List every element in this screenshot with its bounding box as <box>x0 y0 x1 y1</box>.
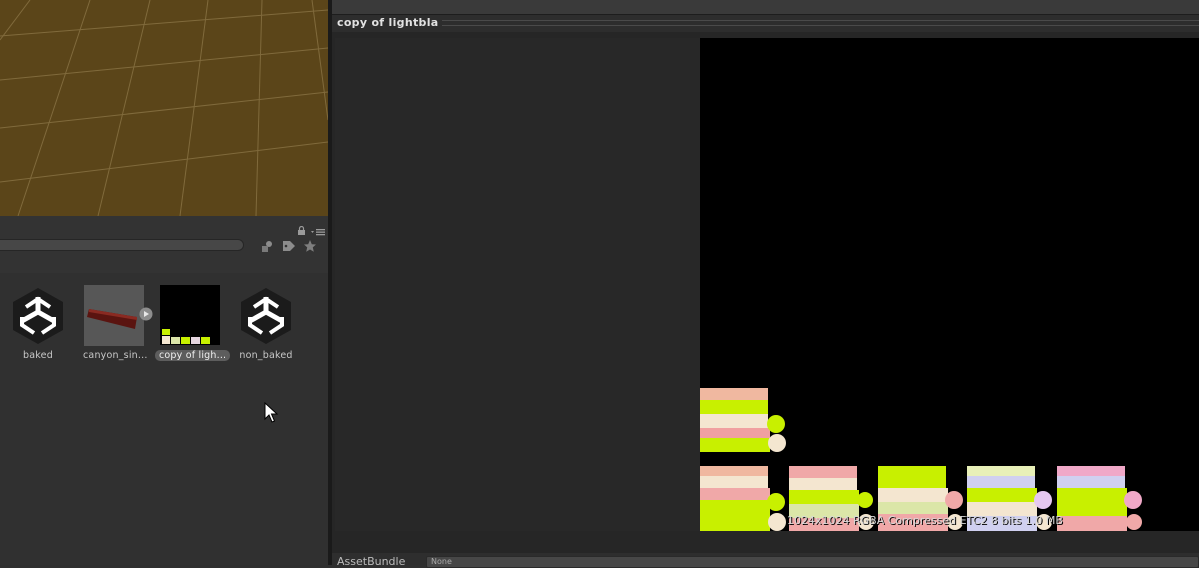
asset-item-canyon[interactable]: canyon_sin... <box>79 285 153 361</box>
texture-info-label: 1024x1024 RGBA Compressed ETC2 8 bits 1.… <box>787 514 1063 527</box>
header-drag-rule <box>442 20 1199 26</box>
mouse-cursor-icon <box>264 402 279 423</box>
preview-background <box>335 38 700 531</box>
preview-header[interactable]: copy of lightbla <box>332 15 1199 32</box>
asset-label: copy of ligh... <box>155 350 231 361</box>
scene-view[interactable] <box>0 0 328 216</box>
panel-menu-icon[interactable] <box>311 228 325 236</box>
favorite-star-icon[interactable] <box>303 239 317 253</box>
mesh-thumbnail-icon <box>83 285 153 347</box>
asset-label: canyon_sin... <box>83 350 148 361</box>
expand-arrow-icon[interactable] <box>139 307 153 321</box>
texture-thumbnail-icon <box>159 285 221 347</box>
filter-by-type-icon[interactable] <box>260 239 274 253</box>
search-input[interactable] <box>0 239 244 251</box>
preview-title: copy of lightbla <box>337 16 439 29</box>
unity-logo-icon <box>7 285 69 347</box>
lock-icon[interactable] <box>297 226 306 235</box>
asset-item-copy-of-lightbla[interactable]: copy of ligh... <box>155 285 231 361</box>
assetbundle-bar: AssetBundle None <box>332 553 1199 568</box>
filter-by-label-icon[interactable] <box>282 239 296 253</box>
scene-grid <box>0 0 328 216</box>
asset-item-non-baked[interactable]: non_baked <box>231 285 301 361</box>
unity-logo-icon <box>235 285 297 347</box>
texture-preview[interactable]: 1024x1024 RGBA Compressed ETC2 8 bits 1.… <box>700 38 1199 531</box>
assetbundle-dropdown[interactable]: None <box>426 556 1199 568</box>
asset-label: baked <box>23 350 53 361</box>
inspector-panel: copy of lightbla 1024x1024 RGBA Compress… <box>332 0 1199 568</box>
lightmap-texture <box>700 38 1199 531</box>
assetbundle-label: AssetBundle <box>337 555 406 568</box>
inspector-toolbar <box>332 0 1199 15</box>
asset-item-baked[interactable]: baked <box>3 285 73 361</box>
asset-label: non_baked <box>239 350 293 361</box>
